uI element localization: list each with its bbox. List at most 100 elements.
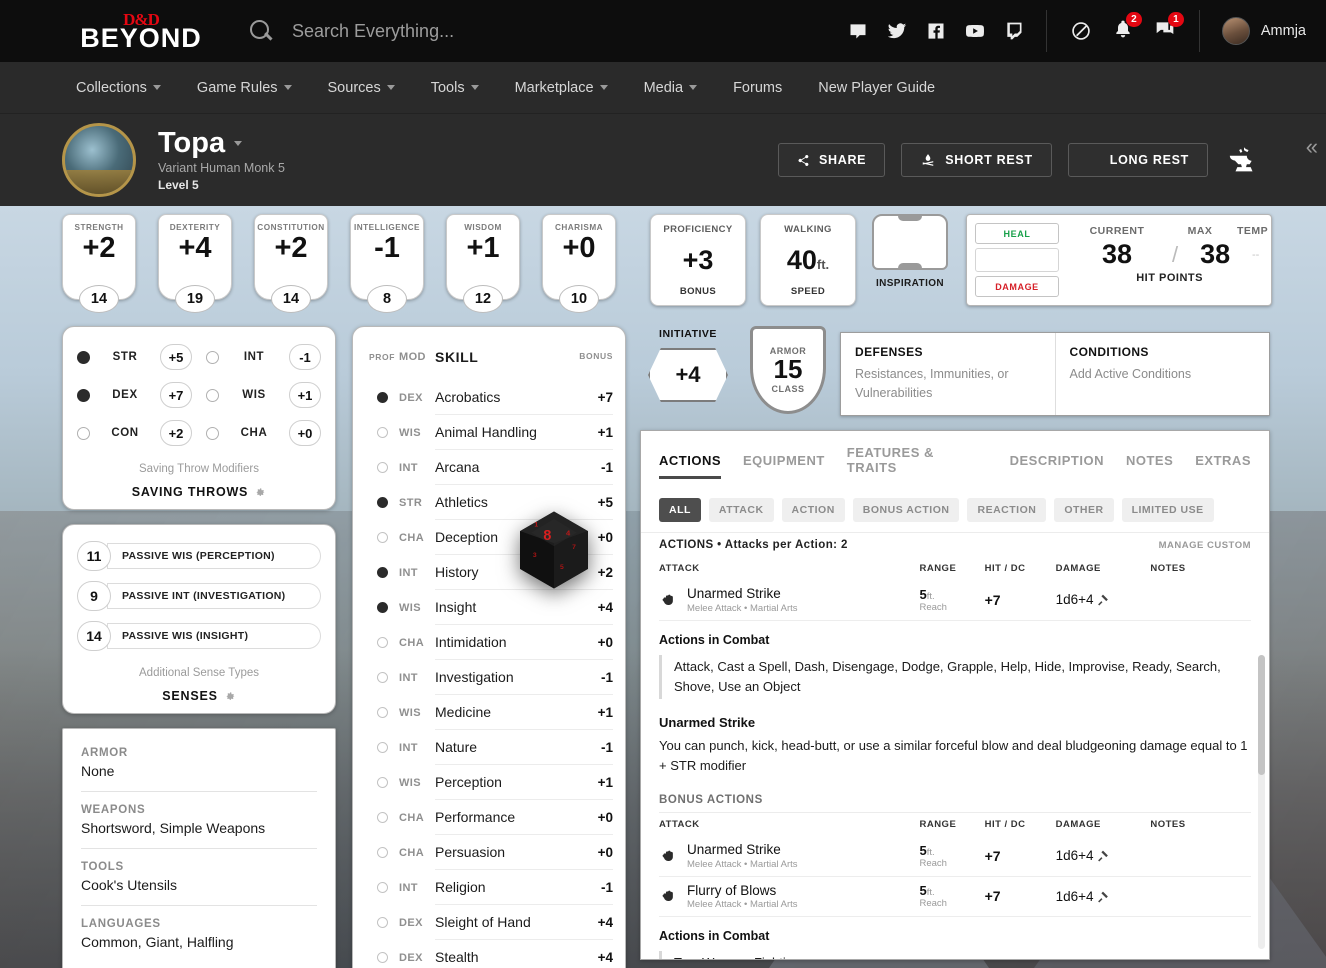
tab-actions[interactable]: ACTIONS (659, 453, 721, 479)
proficiency-dot[interactable] (377, 672, 388, 683)
skill-name[interactable]: Investigation (435, 660, 571, 695)
character-portrait[interactable] (62, 123, 136, 197)
filter-pill-reaction[interactable]: REACTION (967, 498, 1046, 522)
skill-proficiency-cell[interactable] (365, 742, 399, 753)
skill-name[interactable]: Insight (435, 590, 571, 625)
proficiency-dot[interactable] (377, 742, 388, 753)
skill-proficiency-cell[interactable] (365, 497, 399, 508)
saving-throw-cha[interactable]: CHA +0 (206, 419, 321, 447)
ability-charisma[interactable]: CHARISMA +0 10 (542, 214, 616, 300)
saving-throw-str[interactable]: STR +5 (77, 343, 192, 371)
inspiration-toggle[interactable] (872, 214, 948, 270)
notifications-wrapper[interactable]: 2 (1113, 19, 1133, 44)
ability-strength[interactable]: STRENGTH +2 14 (62, 214, 136, 300)
skill-row[interactable]: DEXStealth+4 (365, 940, 613, 968)
skill-row[interactable]: INTReligion-1 (365, 870, 613, 905)
skill-name[interactable]: Persuasion (435, 835, 571, 870)
skill-row[interactable]: CHAIntimidation+0 (365, 625, 613, 660)
actions-scrollbar[interactable] (1258, 655, 1265, 949)
proficiency-dot[interactable] (377, 427, 388, 438)
skill-name[interactable]: Acrobatics (435, 380, 571, 415)
skill-row[interactable]: WISInsight+4 (365, 590, 613, 625)
skill-row[interactable]: CHAPerformance+0 (365, 800, 613, 835)
proficiency-dot[interactable] (377, 952, 388, 963)
facebook-icon[interactable] (926, 21, 946, 41)
skill-row[interactable]: INTNature-1 (365, 730, 613, 765)
collapse-sidebar-button[interactable]: « (1306, 134, 1318, 160)
skill-proficiency-cell[interactable] (365, 602, 399, 613)
skill-name[interactable]: Religion (435, 870, 571, 905)
table-row[interactable]: Unarmed Strike Melee Attack • Martial Ar… (659, 580, 1251, 620)
skill-name[interactable]: Arcana (435, 450, 571, 485)
nav-item-new-player-guide[interactable]: New Player Guide (800, 62, 953, 114)
skill-proficiency-cell[interactable] (365, 882, 399, 893)
skill-proficiency-cell[interactable] (365, 637, 399, 648)
messages-wrapper[interactable]: 1 (1155, 19, 1175, 44)
search-icon[interactable] (248, 18, 274, 44)
heal-button[interactable]: HEAL (975, 223, 1059, 244)
long-rest-button[interactable]: LONG REST (1068, 143, 1208, 177)
proficiency-dot[interactable] (377, 847, 388, 858)
skill-row[interactable]: INTInvestigation-1 (365, 660, 613, 695)
inspiration-block[interactable]: INSPIRATION (870, 214, 950, 289)
tab-features-traits[interactable]: FEATURES & TRAITS (847, 445, 988, 486)
skill-proficiency-cell[interactable] (365, 847, 399, 858)
attack-name-cell[interactable]: Unarmed Strike Melee Attack • Martial Ar… (659, 836, 919, 876)
saving-throw-con[interactable]: CON +2 (77, 419, 192, 447)
skill-name[interactable]: Intimidation (435, 625, 571, 660)
proficiency-dot[interactable] (377, 567, 388, 578)
skill-proficiency-cell[interactable] (365, 567, 399, 578)
site-logo[interactable]: D&D BEYOND (66, 11, 216, 52)
skill-proficiency-cell[interactable] (365, 777, 399, 788)
hp-temp-value[interactable]: -- (1243, 249, 1268, 261)
share-button[interactable]: SHARE (778, 143, 885, 177)
defenses-section[interactable]: DEFENSES Resistances, Immunities, or Vul… (841, 333, 1055, 415)
skill-row[interactable]: DEXSleight of Hand+4 (365, 905, 613, 940)
skill-row[interactable]: INTArcana-1 (365, 450, 613, 485)
skill-row[interactable]: WISPerception+1 (365, 765, 613, 800)
nav-item-media[interactable]: Media (626, 62, 716, 114)
filter-pill-other[interactable]: OTHER (1054, 498, 1113, 522)
skill-proficiency-cell[interactable] (365, 462, 399, 473)
ability-dexterity[interactable]: DEXTERITY +4 19 (158, 214, 232, 300)
chevron-down-icon[interactable] (234, 141, 242, 146)
skill-name[interactable]: Medicine (435, 695, 571, 730)
skill-proficiency-cell[interactable] (365, 672, 399, 683)
attack-name-cell[interactable]: Flurry of Blows Melee Attack • Martial A… (659, 876, 919, 917)
skill-proficiency-cell[interactable] (365, 392, 399, 403)
skill-proficiency-cell[interactable] (365, 707, 399, 718)
discord-icon[interactable] (848, 21, 868, 41)
search-input[interactable] (292, 21, 712, 42)
ability-wisdom[interactable]: WISDOM +1 12 (446, 214, 520, 300)
damage-button[interactable]: DAMAGE (975, 276, 1059, 297)
additional-sense-types-note[interactable]: Additional Sense Types (77, 667, 321, 679)
proficiency-bonus-block[interactable]: PROFICIENCY +3 BONUS (650, 214, 746, 306)
filter-pill-bonus-action[interactable]: BONUS ACTION (853, 498, 960, 522)
filter-pill-all[interactable]: ALL (659, 498, 701, 522)
skill-row[interactable]: DEXAcrobatics+7 (365, 380, 613, 415)
nav-item-tools[interactable]: Tools (413, 62, 497, 114)
filter-pill-attack[interactable]: ATTACK (709, 498, 774, 522)
youtube-icon[interactable] (965, 21, 985, 41)
twitter-icon[interactable] (887, 21, 907, 41)
skill-name[interactable]: Nature (435, 730, 571, 765)
manage-custom-button[interactable]: MANAGE CUSTOM (1159, 540, 1251, 551)
table-row[interactable]: Flurry of Blows Melee Attack • Martial A… (659, 876, 1251, 917)
saving-throw-dex[interactable]: DEX +7 (77, 381, 192, 409)
scrollbar-thumb[interactable] (1258, 655, 1265, 775)
proficiency-dot[interactable] (377, 392, 388, 403)
filter-pill-limited-use[interactable]: LIMITED USE (1122, 498, 1214, 522)
speed-block[interactable]: WALKING 40ft. SPEED (760, 214, 856, 306)
skill-proficiency-cell[interactable] (365, 917, 399, 928)
skill-proficiency-cell[interactable] (365, 427, 399, 438)
nav-item-marketplace[interactable]: Marketplace (497, 62, 626, 114)
armor-class-shield[interactable]: ARMOR 15 CLASS (750, 326, 826, 414)
proficiency-dot[interactable] (377, 882, 388, 893)
nav-item-sources[interactable]: Sources (310, 62, 413, 114)
initiative-value[interactable]: +4 (648, 348, 728, 402)
character-name-row[interactable]: Topa (158, 128, 285, 158)
ability-constitution[interactable]: CONSTITUTION +2 14 (254, 214, 328, 300)
saving-throw-modifiers-note[interactable]: Saving Throw Modifiers (77, 463, 321, 475)
skill-name[interactable]: Animal Handling (435, 415, 571, 450)
skill-row[interactable]: CHAPersuasion+0 (365, 835, 613, 870)
